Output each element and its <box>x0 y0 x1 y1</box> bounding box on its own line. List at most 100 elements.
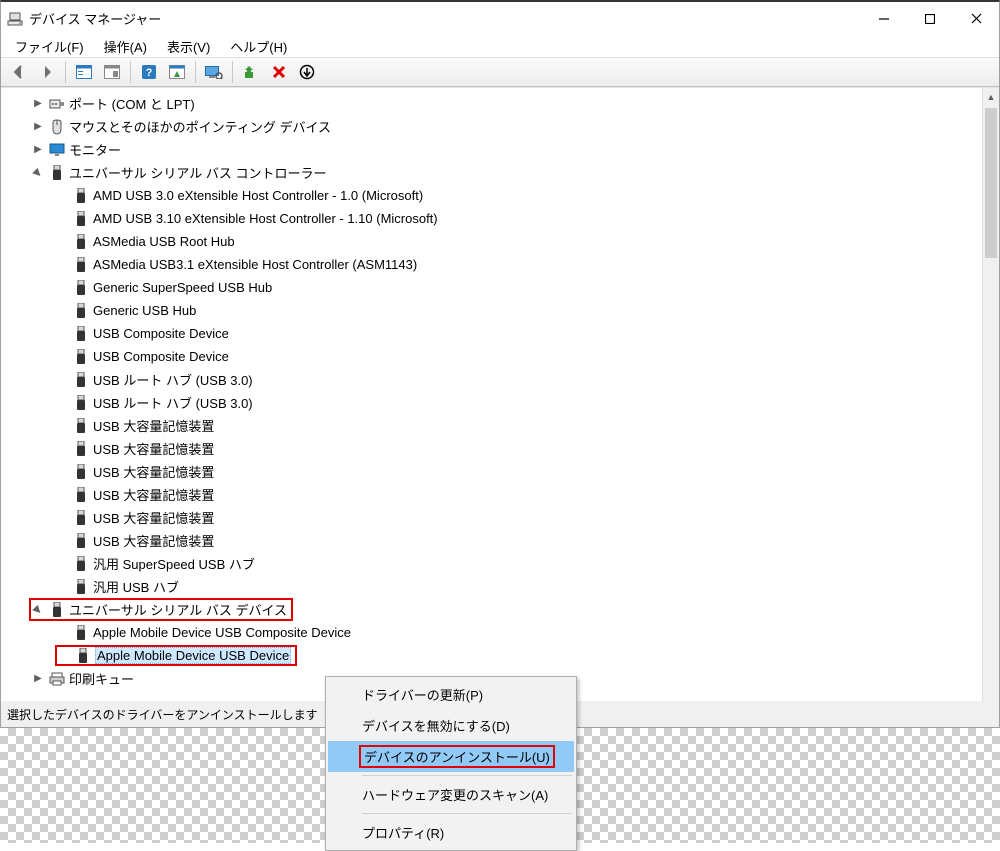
refresh-button[interactable] <box>99 60 125 84</box>
mouse-icon <box>49 119 65 135</box>
close-button[interactable] <box>953 2 999 35</box>
nav-back-button[interactable] <box>6 60 32 84</box>
vertical-scrollbar[interactable]: ▲ ▼ <box>982 88 999 727</box>
usb-icon <box>73 372 89 388</box>
chevron-right-icon: ▶ <box>31 143 45 157</box>
tree-label: USB Composite Device <box>93 349 229 364</box>
ctx-properties[interactable]: プロパティ(R) <box>328 817 574 848</box>
ctx-label: ドライバーの更新(P) <box>362 688 483 703</box>
ctx-scan-hardware[interactable]: ハードウェア変更のスキャン(A) <box>328 779 574 810</box>
tree-node-ports[interactable]: ▶ ポート (COM と LPT) <box>9 92 982 115</box>
tree-label: USB 大容量記憶装置 <box>93 485 214 504</box>
scrollbar-thumb[interactable] <box>985 108 997 258</box>
chevron-right-icon: ▶ <box>31 672 45 686</box>
tree-node-usb-child[interactable]: USB ルート ハブ (USB 3.0) <box>9 368 982 391</box>
update-driver-button[interactable] <box>238 60 264 84</box>
tree-node-usb-child[interactable]: AMD USB 3.10 eXtensible Host Controller … <box>9 207 982 230</box>
tree-node-usb-child[interactable]: USB Composite Device <box>9 322 982 345</box>
help-button[interactable]: ? <box>136 60 162 84</box>
tree-label: ユニバーサル シリアル バス デバイス <box>69 600 287 619</box>
tree-label: Generic SuperSpeed USB Hub <box>93 280 272 295</box>
tree-node-usb-child[interactable]: ASMedia USB Root Hub <box>9 230 982 253</box>
tree-label: USB 大容量記憶装置 <box>93 462 214 481</box>
tree-label: USB Composite Device <box>93 326 229 341</box>
tree-node-usb-child[interactable]: 汎用 USB ハブ <box>9 575 982 598</box>
nav-forward-button[interactable] <box>34 60 60 84</box>
device-manager-window: デバイス マネージャー ファイル(F) 操作(A) 表示(V) ヘルプ(H) <box>0 0 1000 728</box>
tree-node-mouse[interactable]: ▶ マウスとそのほかのポインティング デバイス <box>9 115 982 138</box>
usb-icon <box>73 395 89 411</box>
tree-node-usb-child[interactable]: Generic USB Hub <box>9 299 982 322</box>
tree-node-usb-child[interactable]: USB 大容量記憶装置 <box>9 414 982 437</box>
tree-node-usb-child[interactable]: USB Composite Device <box>9 345 982 368</box>
menu-action[interactable]: 操作(A) <box>94 35 157 58</box>
ctx-label: デバイスのアンインストール(U) <box>364 750 550 765</box>
menu-file[interactable]: ファイル(F) <box>5 35 94 58</box>
usb-icon <box>73 349 89 365</box>
usb-icon <box>73 326 89 342</box>
tree-label: ユニバーサル シリアル バス コントローラー <box>69 163 326 182</box>
ctx-label: ハードウェア変更のスキャン(A) <box>362 788 548 803</box>
ctx-disable-device[interactable]: デバイスを無効にする(D) <box>328 710 574 741</box>
usb-icon <box>49 165 65 181</box>
tree-label: 印刷キュー <box>69 669 134 688</box>
tree-node-usb-controllers[interactable]: ▶ ユニバーサル シリアル バス コントローラー <box>9 161 982 184</box>
menubar: ファイル(F) 操作(A) 表示(V) ヘルプ(H) <box>1 35 999 57</box>
tree-node-usb-child[interactable]: 汎用 SuperSpeed USB ハブ <box>9 552 982 575</box>
tree-label: Apple Mobile Device USB Composite Device <box>93 625 351 640</box>
tree-label: マウスとそのほかのポインティング デバイス <box>69 117 331 136</box>
menu-view[interactable]: 表示(V) <box>157 35 220 58</box>
usb-icon <box>73 234 89 250</box>
tree-label: ポート (COM と LPT) <box>69 94 195 113</box>
status-text: 選択したデバイスのドライバーをアンインストールします <box>7 706 318 723</box>
chevron-down-icon: ▶ <box>28 163 48 183</box>
tree-node-usb-devices[interactable]: ▶ ユニバーサル シリアル バス デバイス <box>9 598 982 621</box>
tree-container: ▶ ポート (COM と LPT) ▶ マウスとそのほかのポインティング デバイ… <box>1 87 999 727</box>
tree-node-usb-child[interactable]: USB 大容量記憶装置 <box>9 437 982 460</box>
tree-node-usb-child[interactable]: AMD USB 3.0 eXtensible Host Controller -… <box>9 184 982 207</box>
usb-icon <box>73 579 89 595</box>
chevron-down-icon: ▶ <box>28 600 48 620</box>
disable-device-button[interactable] <box>294 60 320 84</box>
tree-node-usb-child[interactable]: USB 大容量記憶装置 <box>9 529 982 552</box>
window-title: デバイス マネージャー <box>29 9 861 28</box>
tree-label: 汎用 SuperSpeed USB ハブ <box>93 554 255 573</box>
window-controls <box>861 2 999 35</box>
ctx-uninstall-device[interactable]: デバイスのアンインストール(U) <box>328 741 574 772</box>
usb-icon <box>73 556 89 572</box>
tree-node-usb-child[interactable]: USB 大容量記憶装置 <box>9 483 982 506</box>
tree-node-apple-device-selected[interactable]: Apple Mobile Device USB Device <box>9 644 982 667</box>
show-hide-console-tree-button[interactable] <box>71 60 97 84</box>
tree-label: ASMedia USB3.1 eXtensible Host Controlle… <box>93 257 417 272</box>
ctx-update-driver[interactable]: ドライバーの更新(P) <box>328 679 574 710</box>
usb-icon <box>73 441 89 457</box>
chevron-right-icon: ▶ <box>31 120 45 134</box>
chevron-right-icon: ▶ <box>31 97 45 111</box>
tree-label: AMD USB 3.10 eXtensible Host Controller … <box>93 211 438 226</box>
usb-icon <box>73 487 89 503</box>
scan-hardware-button[interactable] <box>201 60 227 84</box>
toolbar-separator <box>232 61 233 83</box>
uninstall-device-button[interactable] <box>266 60 292 84</box>
device-tree[interactable]: ▶ ポート (COM と LPT) ▶ マウスとそのほかのポインティング デバイ… <box>1 88 982 727</box>
ctx-label: プロパティ(R) <box>362 826 444 841</box>
tree-node-monitor[interactable]: ▶ モニター <box>9 138 982 161</box>
usb-icon <box>73 464 89 480</box>
tree-node-usb-child[interactable]: Generic SuperSpeed USB Hub <box>9 276 982 299</box>
maximize-button[interactable] <box>907 2 953 35</box>
menu-help[interactable]: ヘルプ(H) <box>220 35 297 58</box>
toolbar-separator <box>195 61 196 83</box>
properties-button[interactable] <box>164 60 190 84</box>
tree-node-usb-child[interactable]: ASMedia USB3.1 eXtensible Host Controlle… <box>9 253 982 276</box>
scroll-up-icon[interactable]: ▲ <box>983 88 999 105</box>
tree-node-usb-child[interactable]: USB ルート ハブ (USB 3.0) <box>9 391 982 414</box>
tree-node-usb-child[interactable]: USB 大容量記憶装置 <box>9 506 982 529</box>
toolbar-separator <box>130 61 131 83</box>
tree-node-apple-composite[interactable]: Apple Mobile Device USB Composite Device <box>9 621 982 644</box>
monitor-icon <box>49 142 65 158</box>
toolbar-separator <box>65 61 66 83</box>
usb-icon <box>73 510 89 526</box>
tree-node-usb-child[interactable]: USB 大容量記憶装置 <box>9 460 982 483</box>
minimize-button[interactable] <box>861 2 907 35</box>
tree-label: AMD USB 3.0 eXtensible Host Controller -… <box>93 188 423 203</box>
